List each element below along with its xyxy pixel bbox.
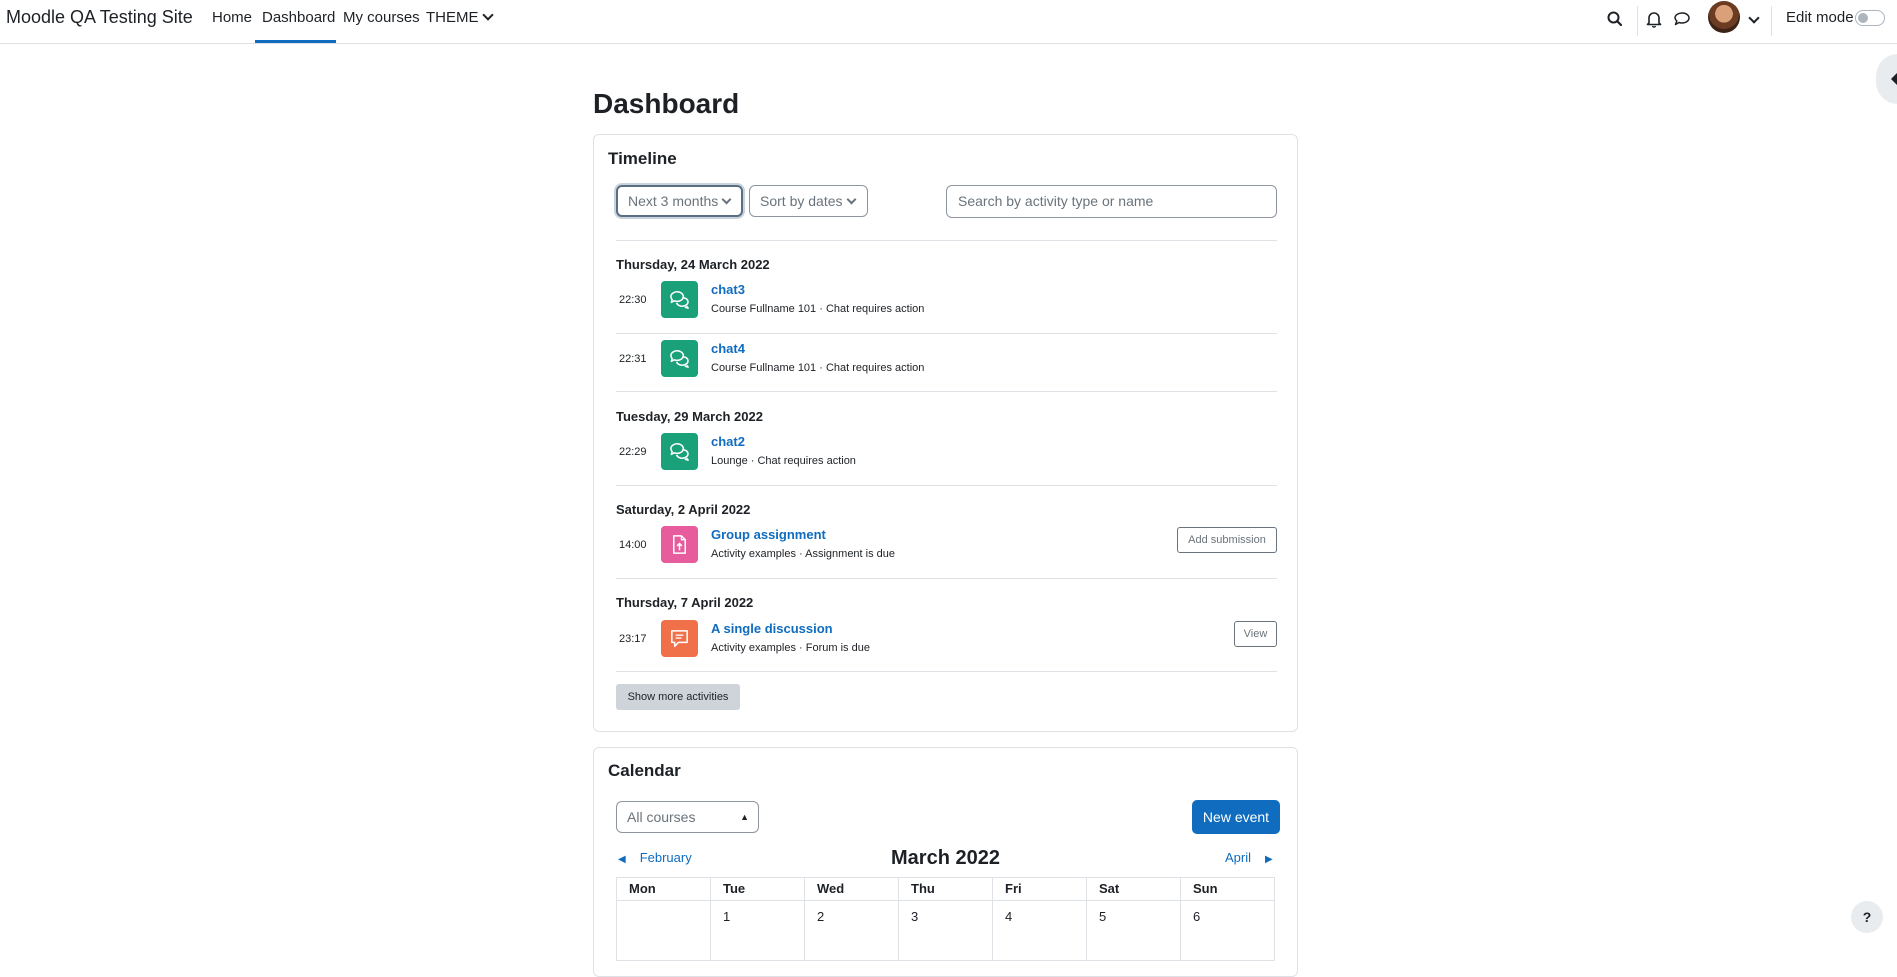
calendar-week-row: 1 2 3 4 5 6 [616, 900, 1275, 961]
open-block-drawer-button[interactable] [1876, 54, 1897, 104]
divider [616, 671, 1277, 672]
nav-home[interactable]: Home [212, 9, 252, 26]
calendar-day[interactable]: 5 [1086, 900, 1181, 961]
new-event-button[interactable]: New event [1192, 800, 1280, 834]
calendar-grid: Mon Tue Wed Thu Fri Sat Sun 1 2 3 4 5 6 [616, 877, 1275, 961]
day-filter-label: Next 3 months [628, 193, 719, 209]
event-meta: Lounge · Chat requires action [711, 455, 856, 467]
weekday-tue: Tue [710, 877, 805, 901]
event-time: 22:30 [619, 294, 647, 306]
prev-month-label: February [639, 850, 692, 865]
course-filter-label: All courses [627, 809, 696, 825]
chevron-down-icon [481, 9, 494, 21]
date-heading: Thursday, 24 March 2022 [616, 257, 770, 272]
bell-icon[interactable] [1643, 8, 1665, 30]
calendar-day[interactable]: 2 [804, 900, 899, 961]
chat-icon [661, 281, 698, 318]
day-filter-dropdown[interactable]: Next 3 months [616, 185, 743, 217]
arrow-left-icon: ◀ [618, 854, 626, 865]
user-avatar[interactable] [1708, 1, 1740, 33]
timeline-title: Timeline [608, 149, 677, 168]
event-link-single-discussion[interactable]: A single discussion [711, 621, 833, 636]
help-button[interactable]: ? [1851, 901, 1883, 933]
chevron-down-icon [1748, 12, 1760, 24]
calendar-day[interactable]: 3 [898, 900, 993, 961]
search-placeholder: Search by activity type or name [958, 193, 1154, 209]
search-icon[interactable] [1604, 8, 1626, 30]
event-link-group-assignment[interactable]: Group assignment [711, 527, 826, 542]
divider [616, 240, 1277, 241]
chat-icon [661, 433, 698, 470]
current-month-title: March 2022 [891, 847, 1000, 869]
event-link-chat4[interactable]: chat4 [711, 341, 745, 356]
event-meta: Course Fullname 101 · Chat requires acti… [711, 303, 925, 315]
event-link-chat3[interactable]: chat3 [711, 282, 745, 297]
calendar-day-empty [616, 900, 711, 961]
date-heading: Thursday, 7 April 2022 [616, 595, 754, 610]
event-time: 23:17 [619, 633, 647, 645]
nav-theme-label: THEME [426, 9, 479, 26]
navbar-divider [1637, 6, 1638, 36]
weekday-thu: Thu [898, 877, 993, 901]
sort-label: Sort by dates [760, 193, 843, 209]
timeline-block: Timeline Next 3 months Sort by dates Sea… [593, 134, 1298, 732]
calendar-day[interactable]: 6 [1180, 900, 1275, 961]
calendar-day[interactable]: 4 [992, 900, 1087, 961]
nav-active-indicator [255, 40, 336, 43]
site-brand[interactable]: Moodle QA Testing Site [6, 7, 193, 28]
weekday-sat: Sat [1086, 877, 1181, 901]
divider [616, 333, 1277, 334]
edit-mode-toggle[interactable] [1855, 10, 1885, 26]
divider [616, 578, 1277, 579]
course-filter-select[interactable]: All courses ▲︎ [616, 801, 759, 833]
event-time: 22:31 [619, 353, 647, 365]
divider [616, 485, 1277, 486]
date-heading: Tuesday, 29 March 2022 [616, 409, 763, 424]
event-link-chat2[interactable]: chat2 [711, 434, 745, 449]
next-month-link[interactable]: April ▶ [1225, 850, 1273, 865]
event-meta: Activity examples · Forum is due [711, 642, 870, 654]
show-more-activities-button[interactable]: Show more activities [616, 684, 740, 710]
prev-month-link[interactable]: ◀ February [618, 850, 692, 865]
weekday-wed: Wed [804, 877, 899, 901]
forum-icon [661, 620, 698, 657]
view-button[interactable]: View [1234, 621, 1277, 647]
chevron-left-icon [1891, 72, 1897, 86]
event-time: 22:29 [619, 446, 647, 458]
timeline-search-input[interactable]: Search by activity type or name [946, 185, 1277, 218]
user-menu-chevron[interactable] [1745, 12, 1760, 29]
nav-theme-dropdown[interactable]: THEME [426, 9, 494, 26]
chevron-down-icon [846, 194, 856, 205]
assignment-icon [661, 526, 698, 563]
weekday-fri: Fri [992, 877, 1087, 901]
chevron-down-icon [721, 194, 732, 205]
toggle-knob [1858, 13, 1868, 23]
navbar-divider [1771, 6, 1772, 36]
event-meta: Activity examples · Assignment is due [711, 548, 896, 560]
nav-dashboard[interactable]: Dashboard [262, 9, 335, 26]
divider [616, 391, 1277, 392]
calendar-block: Calendar All courses ▲︎ New event ◀ Febru… [593, 747, 1298, 977]
chat-icon [661, 340, 698, 377]
edit-mode-label: Edit mode [1786, 9, 1854, 26]
top-navbar: Moodle QA Testing Site Home Dashboard My… [0, 0, 1897, 44]
nav-my-courses[interactable]: My courses [343, 9, 420, 26]
arrow-right-icon: ▶ [1265, 854, 1273, 865]
weekday-sun: Sun [1180, 877, 1275, 901]
messages-icon[interactable] [1671, 8, 1693, 30]
sort-dropdown[interactable]: Sort by dates [749, 185, 868, 217]
calendar-title: Calendar [608, 761, 681, 780]
weekday-header-row: Mon Tue Wed Thu Fri Sat Sun [616, 877, 1275, 901]
page-title: Dashboard [593, 88, 740, 119]
calendar-day[interactable]: 1 [710, 900, 805, 961]
weekday-mon: Mon [616, 877, 711, 901]
event-meta: Course Fullname 101 · Chat requires acti… [711, 362, 925, 374]
add-submission-button[interactable]: Add submission [1177, 527, 1277, 553]
select-arrows-icon: ▲︎ [740, 812, 749, 822]
next-month-label: April [1225, 850, 1252, 865]
event-time: 14:00 [619, 539, 647, 551]
date-heading: Saturday, 2 April 2022 [616, 502, 751, 517]
